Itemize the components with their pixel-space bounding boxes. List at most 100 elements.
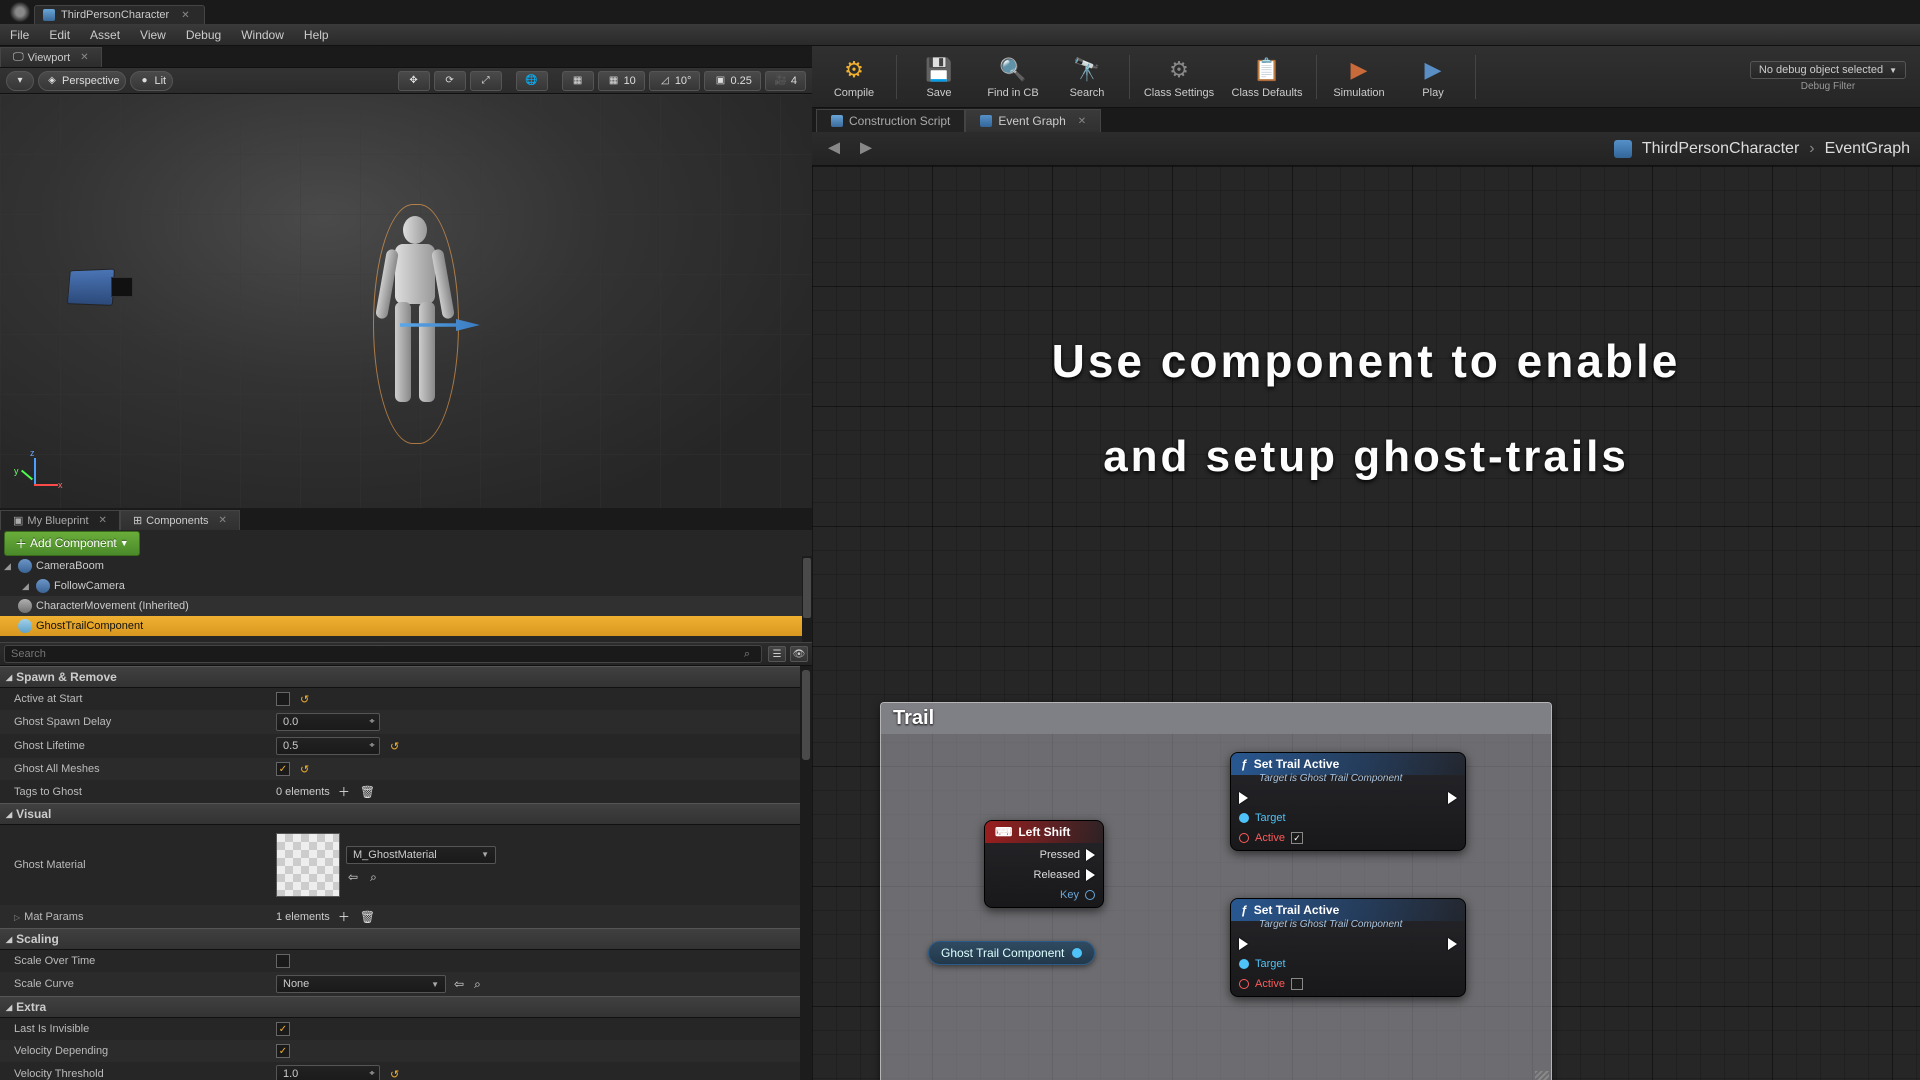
spawn-delay-input[interactable]: 0.0◂▸ — [276, 713, 380, 731]
search-input[interactable] — [4, 645, 762, 663]
tab-construction-script[interactable]: Construction Script — [816, 109, 965, 132]
compile-button[interactable]: ⚙Compile — [818, 49, 890, 105]
play-button[interactable]: ▶Play — [1397, 49, 1469, 105]
last-invisible-checkbox[interactable] — [276, 1022, 290, 1036]
exec-out-pin[interactable] — [1448, 938, 1457, 950]
nav-back-button[interactable]: ◄ — [822, 137, 846, 161]
simulation-button[interactable]: ▶Simulation — [1323, 49, 1395, 105]
add-element-button[interactable]: ＋ — [336, 783, 352, 800]
active-checkbox[interactable] — [1291, 978, 1303, 990]
scrollbar-thumb[interactable] — [803, 558, 811, 618]
browse-to-button[interactable]: ⌕ — [472, 977, 483, 992]
component-tree[interactable]: ◢ CameraBoom ◢ FollowCamera CharacterMov… — [0, 556, 812, 642]
search-button[interactable]: 🔭Search — [1051, 49, 1123, 105]
exec-out-pin[interactable] — [1086, 869, 1095, 881]
velocity-depending-checkbox[interactable] — [276, 1044, 290, 1058]
material-thumbnail[interactable] — [276, 833, 340, 897]
menu-debug[interactable]: Debug — [176, 25, 231, 45]
class-defaults-button[interactable]: 📋Class Defaults — [1224, 49, 1310, 105]
find-in-cb-button[interactable]: 🔍Find in CB — [977, 49, 1049, 105]
tab-event-graph[interactable]: Event Graph ✕ — [965, 109, 1101, 132]
material-dropdown[interactable]: M_GhostMaterial▼ — [346, 846, 496, 864]
expand-icon[interactable]: ◢ — [22, 581, 32, 592]
surface-snap-button[interactable]: ▦ — [562, 71, 594, 91]
eye-toggle-button[interactable]: 👁 — [790, 646, 808, 662]
menu-help[interactable]: Help — [294, 25, 339, 45]
section-scaling[interactable]: ◢Scaling — [0, 928, 800, 950]
active-checkbox[interactable] — [1291, 832, 1303, 844]
node-set-trail-active-2[interactable]: ƒSet Trail Active Target is Ghost Trail … — [1230, 898, 1466, 997]
all-meshes-checkbox[interactable] — [276, 762, 290, 776]
menu-window[interactable]: Window — [231, 25, 294, 45]
viewport-options-button[interactable]: ▾ — [6, 71, 34, 91]
velocity-threshold-input[interactable]: 1.0◂▸ — [276, 1065, 380, 1080]
component-row-followcamera[interactable]: ◢ FollowCamera — [0, 576, 812, 596]
character-mesh[interactable] — [355, 194, 475, 444]
debug-object-dropdown[interactable]: No debug object selected▼ — [1750, 61, 1906, 79]
lifetime-input[interactable]: 0.5◂▸ — [276, 737, 380, 755]
section-spawn-remove[interactable]: ◢Spawn & Remove — [0, 666, 800, 688]
component-row-charactermovement[interactable]: CharacterMovement (Inherited) — [0, 596, 812, 616]
data-in-pin[interactable] — [1239, 959, 1249, 969]
reset-icon[interactable]: ↺ — [300, 763, 309, 776]
reset-icon[interactable]: ↺ — [390, 1068, 399, 1080]
exec-in-pin[interactable] — [1239, 792, 1248, 804]
data-in-pin[interactable] — [1239, 979, 1249, 989]
class-settings-button[interactable]: ⚙Class Settings — [1136, 49, 1222, 105]
angle-snap-button[interactable]: ◿10° — [649, 71, 701, 91]
add-component-button[interactable]: ＋ Add Component ▼ — [4, 531, 140, 556]
comment-title[interactable]: Trail — [881, 703, 1551, 734]
data-out-pin[interactable] — [1085, 890, 1095, 900]
exec-out-pin[interactable] — [1448, 792, 1457, 804]
search-icon[interactable]: ⌕ — [744, 648, 750, 661]
menu-view[interactable]: View — [130, 25, 176, 45]
data-in-pin[interactable] — [1239, 813, 1249, 823]
scale-over-time-checkbox[interactable] — [276, 954, 290, 968]
clear-array-button[interactable]: 🗑 — [358, 785, 377, 799]
save-button[interactable]: 💾Save — [903, 49, 975, 105]
active-at-start-checkbox[interactable] — [276, 692, 290, 706]
exec-out-pin[interactable] — [1086, 849, 1095, 861]
tab-components[interactable]: ⊞ Components ✕ — [120, 510, 240, 530]
component-row-cameraboom[interactable]: ◢ CameraBoom — [0, 556, 812, 576]
exec-in-pin[interactable] — [1239, 938, 1248, 950]
close-icon[interactable]: ✕ — [80, 52, 88, 63]
close-icon[interactable]: ✕ — [1078, 116, 1086, 127]
breadcrumb-root[interactable]: ThirdPersonCharacter — [1642, 140, 1799, 158]
add-element-button[interactable]: ＋ — [336, 908, 352, 925]
resize-grip[interactable] — [1535, 1071, 1549, 1080]
grid-snap-button[interactable]: ▦10 — [598, 71, 645, 91]
camera-speed-button[interactable]: 🎥4 — [765, 71, 806, 91]
section-visual[interactable]: ◢Visual — [0, 803, 800, 825]
use-selected-button[interactable]: ⇦ — [452, 977, 466, 991]
scale-tool-button[interactable]: ⤢ — [470, 71, 502, 91]
lit-mode-button[interactable]: ●Lit — [130, 71, 173, 91]
browse-to-button[interactable]: ⌕ — [368, 870, 379, 885]
node-set-trail-active-1[interactable]: ƒSet Trail Active Target is Ghost Trail … — [1230, 752, 1466, 851]
close-icon[interactable]: ✕ — [181, 10, 189, 21]
camera-actor[interactable] — [65, 269, 135, 314]
section-extra[interactable]: ◢Extra — [0, 996, 800, 1018]
component-row-ghosttrail[interactable]: GhostTrailComponent — [0, 616, 812, 636]
expand-icon[interactable]: ◢ — [4, 561, 14, 572]
window-tab[interactable]: ThirdPersonCharacter ✕ — [34, 5, 205, 24]
rotate-tool-button[interactable]: ⟳ — [434, 71, 466, 91]
menu-file[interactable]: File — [0, 25, 39, 45]
scale-curve-dropdown[interactable]: None▼ — [276, 975, 446, 993]
details-panel[interactable]: ◢Spawn & Remove Active at Start ↺ Ghost … — [0, 666, 800, 1080]
tab-my-blueprint[interactable]: ▣ My Blueprint ✕ — [0, 510, 120, 530]
menu-asset[interactable]: Asset — [80, 25, 130, 45]
menu-edit[interactable]: Edit — [39, 25, 80, 45]
perspective-button[interactable]: ◈Perspective — [38, 71, 126, 91]
clear-array-button[interactable]: 🗑 — [358, 910, 377, 924]
use-selected-button[interactable]: ⇦ — [346, 870, 360, 885]
data-in-pin[interactable] — [1239, 833, 1249, 843]
translate-tool-button[interactable]: ✥ — [398, 71, 430, 91]
view-options-button[interactable]: ☰ — [768, 646, 786, 662]
nav-forward-button[interactable]: ► — [854, 137, 878, 161]
details-scrollbar[interactable] — [800, 666, 812, 1080]
tab-viewport[interactable]: 🖵 Viewport ✕ — [0, 47, 102, 67]
data-out-pin[interactable] — [1072, 948, 1082, 958]
graph-canvas[interactable]: Use component to enable and setup ghost-… — [812, 166, 1920, 1080]
reset-icon[interactable]: ↺ — [390, 740, 399, 753]
